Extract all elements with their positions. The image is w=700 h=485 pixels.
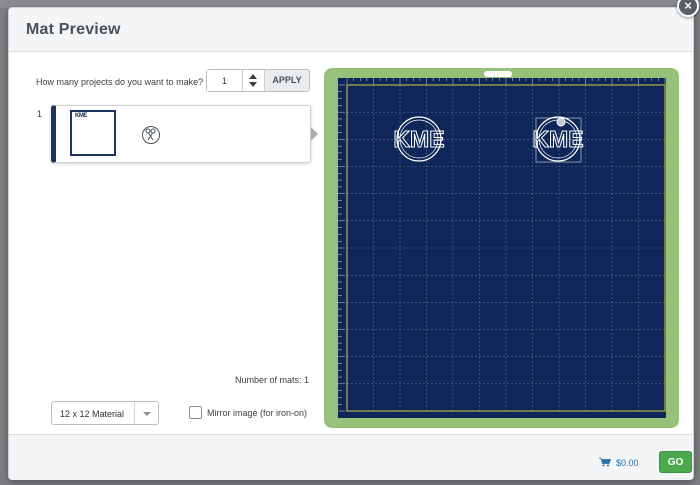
apply-button[interactable]: APPLY	[265, 70, 309, 91]
selected-mat-pointer	[311, 127, 318, 141]
monogram-text-2: KME	[532, 126, 583, 152]
material-select[interactable]: 12 x 12 Material	[51, 401, 159, 425]
mat-thumbnail[interactable]: KME	[70, 110, 116, 156]
number-of-mats: Number of mats: 1	[235, 375, 309, 385]
dialog-footer	[9, 434, 693, 480]
dialog-title: Mat Preview	[26, 21, 121, 38]
cart-icon	[599, 457, 611, 467]
projects-question-label: How many projects do you want to make?	[36, 77, 204, 87]
monogram-text-1: KME	[393, 126, 444, 152]
cut-scissors-icon	[142, 126, 160, 144]
quantity-control: APPLY	[206, 69, 310, 92]
price-label: $0.00	[616, 458, 639, 468]
quantity-stepper[interactable]	[243, 70, 265, 91]
material-select-value: 12 x 12 Material	[60, 409, 125, 419]
close-icon[interactable]: ×	[677, 0, 699, 17]
chevron-down-icon	[143, 412, 151, 416]
mirror-image-checkbox[interactable]	[189, 406, 202, 419]
num-mats-value: 1	[304, 375, 310, 385]
go-button[interactable]: GO	[659, 451, 692, 473]
mat-hanger	[484, 71, 512, 77]
mirror-image-label[interactable]: Mirror image (for iron-on)	[207, 408, 307, 418]
mat-preview-canvas: KME KME	[324, 68, 679, 428]
material-select-toggle[interactable]	[134, 402, 158, 424]
step-down-icon[interactable]	[249, 82, 257, 87]
thumbnail-monogram: KME	[75, 113, 87, 119]
step-up-icon[interactable]	[249, 74, 257, 79]
dialog-header: Mat Preview	[9, 8, 693, 52]
quantity-input[interactable]	[207, 70, 243, 91]
mat-preview-dialog: Mat Preview How many projects do you wan…	[8, 7, 694, 480]
num-mats-label: Number of mats:	[235, 375, 302, 385]
mat-index: 1	[37, 109, 43, 119]
mat-list-item[interactable]: KME	[51, 105, 311, 163]
rotate-handle-icon[interactable]	[556, 117, 566, 127]
